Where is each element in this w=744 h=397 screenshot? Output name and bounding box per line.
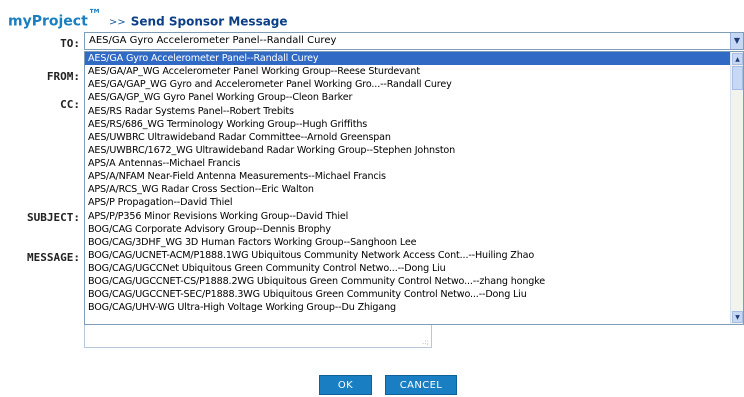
dropdown-option[interactable]: BOG/CAG/UGCCNet Ubiquitous Green Communi…: [85, 262, 730, 275]
dropdown-option[interactable]: AES/GA/AP_WG Accelerometer Panel Working…: [85, 65, 730, 78]
dropdown-option[interactable]: APS/P Propagation--David Thiel: [85, 196, 730, 209]
page-header: myProject™ >> Send Sponsor Message: [8, 6, 288, 29]
vertical-scrollbar[interactable]: ▲ ▼: [730, 52, 743, 324]
dropdown-option[interactable]: APS/A/RCS_WG Radar Cross Section--Eric W…: [85, 183, 730, 196]
chevron-down-icon[interactable]: ▼: [730, 33, 743, 49]
dropdown-option[interactable]: APS/P/P356 Minor Revisions Working Group…: [85, 210, 730, 223]
scrollbar-thumb[interactable]: [732, 66, 743, 90]
dropdown-option[interactable]: AES/UWBRC/1672_WG Ultrawideband Radar Wo…: [85, 144, 730, 157]
cc-label: CC:: [60, 98, 80, 111]
to-label: TO:: [60, 37, 80, 50]
dropdown-option[interactable]: AES/GA/GP_WG Gyro Panel Working Group--C…: [85, 91, 730, 104]
to-dropdown-list[interactable]: AES/GA Gyro Accelerometer Panel--Randall…: [84, 51, 744, 325]
dropdown-option[interactable]: BOG/CAG/UGCCNET-SEC/P1888.3WG Ubiquitous…: [85, 288, 730, 301]
resize-grip-icon[interactable]: .:;: [422, 339, 429, 346]
dropdown-options: AES/GA Gyro Accelerometer Panel--Randall…: [85, 52, 730, 315]
dropdown-option[interactable]: BOG/CAG/UCNET-ACM/P1888.1WG Ubiquitous C…: [85, 249, 730, 262]
arrow-down-icon[interactable]: ▼: [732, 311, 743, 323]
dropdown-option[interactable]: APS/A/NFAM Near-Field Antenna Measuremen…: [85, 170, 730, 183]
ok-button[interactable]: OK: [319, 375, 372, 395]
dropdown-option[interactable]: APS/A Antennas--Michael Francis: [85, 157, 730, 170]
dropdown-option[interactable]: AES/RS/686_WG Terminology Working Group-…: [85, 118, 730, 131]
message-textarea[interactable]: .:;: [84, 325, 432, 348]
dropdown-option[interactable]: BOG/CAG/UHV-WG Ultra-High Voltage Workin…: [85, 301, 730, 314]
from-label: FROM:: [46, 70, 80, 83]
dropdown-option[interactable]: BOG/CAG/UGCCNET-CS/P1888.2WG Ubiquitous …: [85, 275, 730, 288]
dropdown-option[interactable]: AES/GA/GAP_WG Gyro and Accelerometer Pan…: [85, 78, 730, 91]
to-select[interactable]: AES/GA Gyro Accelerometer Panel--Randall…: [84, 32, 744, 50]
dropdown-option-selected[interactable]: AES/GA Gyro Accelerometer Panel--Randall…: [85, 52, 730, 66]
subject-label: SUBJECT:: [27, 211, 80, 224]
brand-name: myProject: [8, 13, 88, 30]
trademark-symbol: ™: [87, 7, 102, 23]
dropdown-option[interactable]: BOG/CAG Corporate Advisory Group--Dennis…: [85, 223, 730, 236]
to-selected-value: AES/GA Gyro Accelerometer Panel--Randall…: [89, 35, 337, 46]
dropdown-option[interactable]: BOG/CAG/3DHF_WG 3D Human Factors Working…: [85, 236, 730, 249]
dropdown-option[interactable]: AES/UWBRC Ultrawideband Radar Committee-…: [85, 131, 730, 144]
dropdown-option[interactable]: AES/RS Radar Systems Panel--Robert Trebi…: [85, 105, 730, 118]
arrow-up-icon[interactable]: ▲: [732, 53, 743, 65]
breadcrumb-separator: >>: [108, 17, 126, 29]
page-title: Send Sponsor Message: [130, 14, 288, 29]
cancel-button[interactable]: CANCEL: [385, 375, 457, 395]
message-label: MESSAGE:: [27, 251, 80, 264]
